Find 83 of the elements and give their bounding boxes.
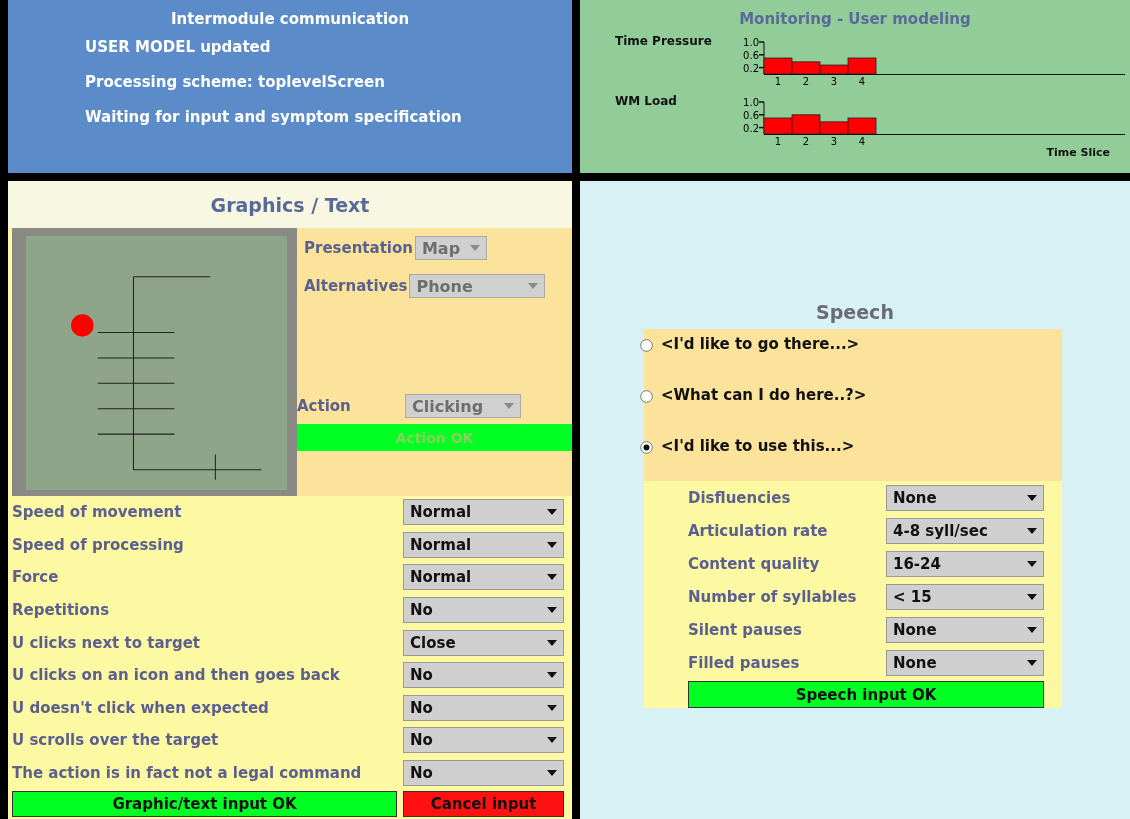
- tick-label: 1.0: [743, 97, 759, 108]
- status-message: Processing scheme: toplevelScreen: [85, 73, 386, 91]
- field-label: Repetitions: [12, 601, 110, 620]
- axis-title: Time Slice: [1046, 146, 1110, 159]
- status-message: Waiting for input and symptom specification: [85, 108, 463, 126]
- caret-icon: [1027, 494, 1037, 501]
- dropdown[interactable]: No: [403, 694, 564, 721]
- field-label: Force: [12, 568, 59, 587]
- caret-icon: [1027, 659, 1037, 666]
- status-message: USER MODEL updated: [85, 38, 272, 56]
- field-label: The action is in fact not a legal command: [12, 764, 362, 783]
- dropdown[interactable]: Normal: [403, 564, 564, 591]
- tick-label: 0.6: [743, 109, 759, 121]
- tick-label: 1: [774, 76, 782, 87]
- caret-icon: [547, 770, 557, 777]
- dropdown[interactable]: Normal: [403, 531, 564, 558]
- panel-title: Graphics / Text: [8, 181, 572, 228]
- caret-icon: [504, 403, 514, 409]
- field-label: U doesn't click when expected: [12, 698, 269, 717]
- field-label: Filled pauses: [688, 653, 800, 672]
- tick-label: 0.6: [743, 49, 759, 61]
- dropdown[interactable]: None: [886, 484, 1044, 511]
- field-label: U scrolls over the target: [12, 731, 219, 750]
- dropdown[interactable]: No: [403, 727, 564, 754]
- dropdown[interactable]: 16-24: [886, 550, 1044, 577]
- dropdown[interactable]: 4-8 syll/sec: [886, 517, 1044, 544]
- tick-label: 1: [774, 136, 782, 147]
- radio-option[interactable]: <I'd like to go there...>: [640, 329, 860, 380]
- tick-label: 0.2: [743, 62, 759, 74]
- field-label: Content quality: [688, 554, 820, 573]
- panel-title: Monitoring - User modeling: [738, 10, 972, 28]
- ok-button[interactable]: Graphic/text input OK: [12, 791, 397, 818]
- tick-label: 3: [830, 76, 838, 87]
- caret-icon: [547, 737, 557, 744]
- dropdown[interactable]: No: [403, 662, 564, 689]
- caret-icon: [547, 639, 557, 646]
- dropdown[interactable]: Normal: [403, 499, 564, 526]
- caret-icon: [1027, 527, 1037, 534]
- dropdown[interactable]: None: [886, 649, 1044, 676]
- caret-icon: [1027, 593, 1037, 600]
- field-label: Speed of movement: [12, 503, 182, 522]
- caret-icon: [1027, 626, 1037, 633]
- dropdown[interactable]: None: [886, 616, 1044, 643]
- panel-title: Speech: [815, 301, 895, 323]
- panel-title: Intermodule communication: [169, 10, 411, 28]
- dropdown[interactable]: Close: [403, 629, 564, 656]
- radio-button[interactable]: [640, 390, 653, 403]
- caret-icon: [528, 283, 539, 289]
- caret-icon: [547, 704, 557, 711]
- caret-icon: [547, 541, 557, 548]
- field-label: Silent pauses: [688, 620, 802, 639]
- tick-label: 2: [802, 76, 810, 87]
- caret-icon: [547, 509, 557, 516]
- field-label: Action: [297, 397, 352, 415]
- caret-icon: [547, 672, 557, 679]
- tick-label: 1.0: [743, 37, 759, 48]
- radio-button[interactable]: [640, 339, 653, 352]
- field-label: Alternatives: [304, 277, 408, 295]
- field-label: Number of syllables: [688, 587, 857, 606]
- field-label: U clicks next to target: [12, 633, 200, 652]
- field-label: U clicks on an icon and then goes back: [12, 666, 340, 685]
- dropdown[interactable]: No: [403, 597, 564, 624]
- caret-icon: [469, 245, 480, 251]
- tick-label: 4: [858, 136, 866, 147]
- tick-label: 0.2: [743, 122, 759, 134]
- field-label: Articulation rate: [688, 521, 828, 540]
- radio-option[interactable]: <What can I do here..?>: [640, 380, 867, 431]
- caret-icon: [547, 607, 557, 614]
- dropdown[interactable]: No: [403, 760, 564, 787]
- field-label: Speed of processing: [12, 535, 184, 554]
- caret-icon: [547, 574, 557, 581]
- tick-label: 2: [802, 136, 810, 147]
- dropdown[interactable]: < 15: [886, 583, 1044, 610]
- radio-button[interactable]: [640, 441, 653, 454]
- tick-label: 3: [830, 136, 838, 147]
- caret-icon: [1027, 560, 1037, 567]
- speech-ok-button[interactable]: Speech input OK: [688, 681, 1044, 708]
- chart-title: WM Load: [614, 94, 678, 108]
- field-label: Disfluencies: [688, 488, 791, 507]
- tick-label: 4: [858, 76, 866, 87]
- chart-title: Time Pressure: [614, 34, 713, 48]
- field-label: Presentation: [304, 239, 413, 257]
- cancel-button[interactable]: Cancel input: [403, 791, 564, 818]
